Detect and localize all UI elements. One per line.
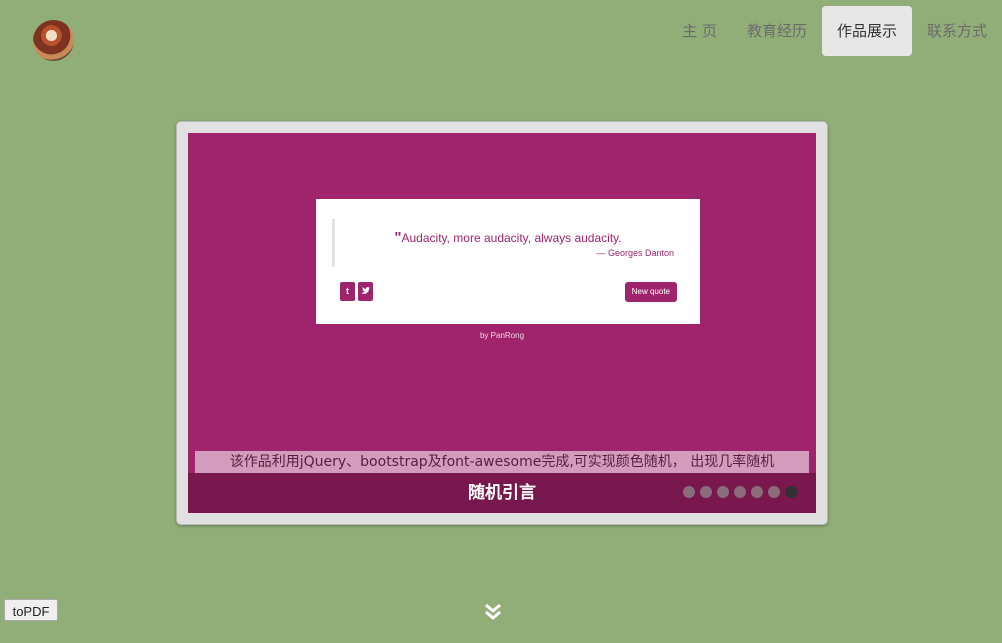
indicator-dot-7[interactable] [785, 486, 797, 498]
carousel: "Audacity, more audacity, always audacit… [176, 121, 828, 525]
double-chevron-down-icon[interactable] [484, 603, 502, 621]
avatar[interactable] [33, 20, 74, 61]
indicator-dot-5[interactable] [751, 486, 763, 498]
nav-item-portfolio[interactable]: 作品展示 [821, 6, 912, 56]
twitter-bird-icon [362, 287, 370, 294]
indicator-dot-2[interactable] [700, 486, 712, 498]
main-nav: 主 页 教育经历 作品展示 联系方式 [667, 6, 1002, 56]
quote-mark: " [394, 229, 402, 246]
nav-item-contact[interactable]: 联系方式 [912, 6, 1002, 56]
quote-body: Audacity, more audacity, always audacity… [401, 231, 622, 245]
nav-item-education[interactable]: 教育经历 [732, 6, 822, 56]
quote-text: "Audacity, more audacity, always audacit… [316, 229, 700, 246]
carousel-slide[interactable]: "Audacity, more audacity, always audacit… [188, 133, 816, 513]
byline: by PanRong [479, 331, 525, 340]
indicator-dot-3[interactable] [717, 486, 729, 498]
topdf-button[interactable]: toPDF [4, 599, 58, 621]
indicator-dot-6[interactable] [768, 486, 780, 498]
carousel-indicators [683, 486, 797, 498]
new-quote-button: New quote [624, 282, 677, 302]
slide-description: 该作品利用jQuery、bootstrap及font-awesome完成,可实现… [195, 451, 809, 473]
quote-preview: "Audacity, more audacity, always audacit… [316, 199, 700, 324]
indicator-dot-4[interactable] [734, 486, 746, 498]
caption-bar: 随机引言 [188, 473, 816, 513]
tumblr-icon: t [340, 282, 355, 301]
page: 主 页 教育经历 作品展示 联系方式 "Audacity, more audac… [0, 0, 1002, 643]
nav-item-home[interactable]: 主 页 [667, 6, 732, 56]
twitter-icon [358, 282, 373, 301]
quote-author: — Georges Danton [596, 248, 674, 258]
indicator-dot-1[interactable] [683, 486, 695, 498]
